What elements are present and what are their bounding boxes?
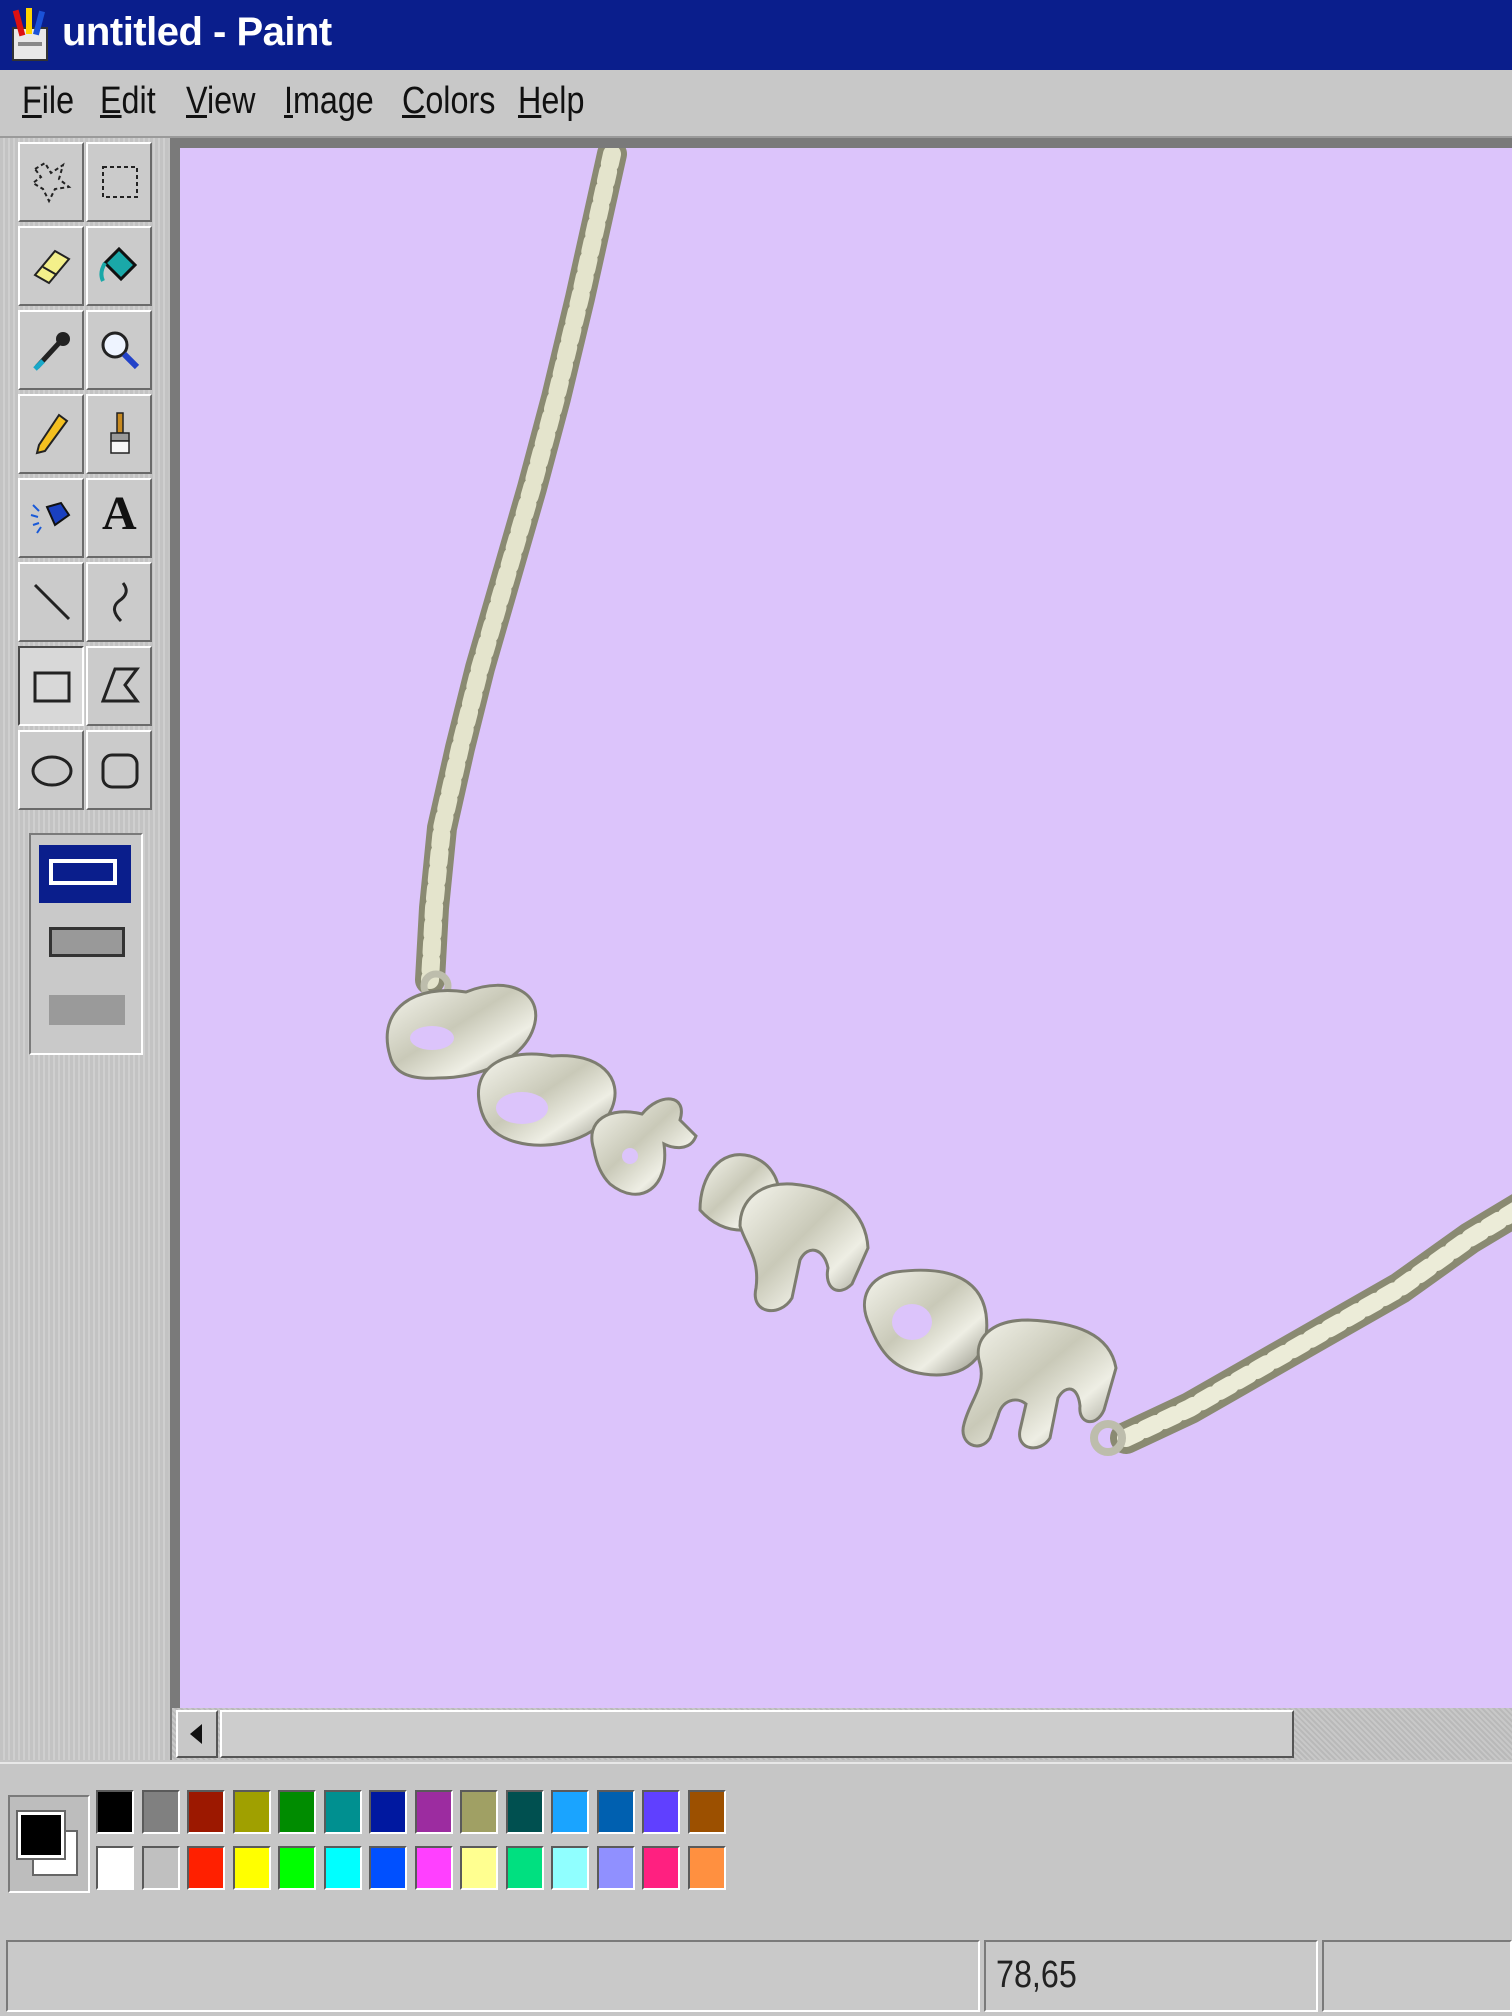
palette-swatch[interactable]	[323, 1790, 362, 1834]
color-box	[0, 1762, 1512, 1928]
palette-swatch[interactable]	[596, 1846, 635, 1890]
palette-swatch[interactable]	[369, 1790, 407, 1834]
menu-colors[interactable]: Colors	[402, 80, 495, 123]
paint-app-icon	[12, 8, 48, 61]
status-size-panel	[1322, 1940, 1512, 2012]
menu-help[interactable]: Help	[518, 80, 584, 123]
palette-swatch[interactable]	[505, 1846, 544, 1890]
ellipse-icon	[31, 755, 73, 787]
palette-swatch[interactable]	[232, 1790, 271, 1834]
status-bar: 78,65	[0, 1928, 1512, 2016]
tool-airbrush[interactable]	[18, 478, 84, 558]
palette-swatch[interactable]	[642, 1790, 680, 1834]
tool-fill[interactable]	[86, 226, 152, 306]
palette-swatch[interactable]	[369, 1846, 407, 1890]
palette-swatch[interactable]	[278, 1846, 316, 1890]
tool-options	[29, 833, 143, 1055]
palette-swatch[interactable]	[323, 1846, 362, 1890]
tool-ellipse[interactable]	[18, 730, 84, 810]
tool-free-form-select[interactable]	[18, 142, 84, 222]
pick-color-icon	[33, 332, 70, 371]
scroll-left-button[interactable]	[176, 1710, 218, 1758]
palette-swatch[interactable]	[596, 1790, 635, 1834]
fill-bucket-icon	[99, 246, 138, 282]
menu-bar: File Edit View Image Colors Help	[0, 70, 1512, 138]
text-icon: A	[102, 487, 137, 540]
foreground-color-swatch	[16, 1810, 66, 1860]
tool-pencil[interactable]	[18, 394, 84, 474]
tool-eraser[interactable]	[18, 226, 84, 306]
fill-option-outline-fill[interactable]	[39, 913, 131, 971]
palette-swatch[interactable]	[551, 1790, 589, 1834]
menu-image[interactable]: Image	[284, 80, 374, 123]
palette-swatch[interactable]	[642, 1846, 680, 1890]
palette-swatch[interactable]	[687, 1790, 726, 1834]
palette-swatch[interactable]	[141, 1846, 180, 1890]
scrollbar-thumb[interactable]	[220, 1710, 1294, 1758]
rounded-rectangle-icon	[101, 753, 139, 789]
polygon-icon	[100, 667, 140, 703]
menu-view[interactable]: View	[186, 80, 255, 123]
menu-file[interactable]: File	[22, 80, 74, 123]
necklace-image	[385, 148, 1512, 1456]
palette-swatch[interactable]	[278, 1790, 316, 1834]
brush-icon	[110, 412, 130, 454]
status-message-panel	[6, 1940, 980, 2012]
palette-swatch[interactable]	[460, 1790, 498, 1834]
select-icon	[102, 166, 138, 198]
free-form-select-icon	[31, 161, 72, 204]
palette-swatch[interactable]	[505, 1790, 544, 1834]
palette-swatch[interactable]	[187, 1790, 225, 1834]
window-title: untitled - Paint	[62, 10, 332, 54]
tool-text[interactable]: A	[86, 478, 152, 558]
fill-option-fill[interactable]	[39, 981, 131, 1039]
drawing-canvas[interactable]	[180, 148, 1512, 1708]
tool-line[interactable]	[18, 562, 84, 642]
airbrush-icon	[30, 501, 71, 534]
tool-polygon[interactable]	[86, 646, 152, 726]
arrow-left-icon	[190, 1724, 202, 1744]
line-icon	[33, 583, 71, 621]
pencil-icon	[35, 413, 69, 455]
tool-magnifier[interactable]	[86, 310, 152, 390]
tool-brush[interactable]	[86, 394, 152, 474]
cursor-coordinates: 78,65	[996, 1954, 1077, 1996]
palette-swatch[interactable]	[687, 1846, 726, 1890]
tool-rounded-rectangle[interactable]	[86, 730, 152, 810]
menu-edit[interactable]: Edit	[100, 80, 156, 123]
palette-swatch[interactable]	[187, 1846, 225, 1890]
palette-swatch[interactable]	[460, 1846, 498, 1890]
tool-curve[interactable]	[86, 562, 152, 642]
tool-pick-color[interactable]	[18, 310, 84, 390]
status-coordinates-panel: 78,65	[984, 1940, 1318, 2012]
palette-swatch[interactable]	[414, 1790, 453, 1834]
tool-rectangle[interactable]	[18, 646, 84, 726]
palette-swatch[interactable]	[96, 1846, 134, 1890]
eraser-icon	[33, 249, 71, 285]
magnifier-icon	[101, 331, 140, 370]
palette-swatch[interactable]	[232, 1846, 271, 1890]
rectangle-icon	[33, 671, 71, 703]
palette-swatch[interactable]	[96, 1790, 134, 1834]
tool-select[interactable]	[86, 142, 152, 222]
palette-swatch[interactable]	[414, 1846, 453, 1890]
palette-swatch[interactable]	[141, 1790, 180, 1834]
curve-icon	[113, 582, 128, 623]
palette-swatch[interactable]	[551, 1846, 589, 1890]
fill-option-outline[interactable]	[39, 845, 131, 903]
